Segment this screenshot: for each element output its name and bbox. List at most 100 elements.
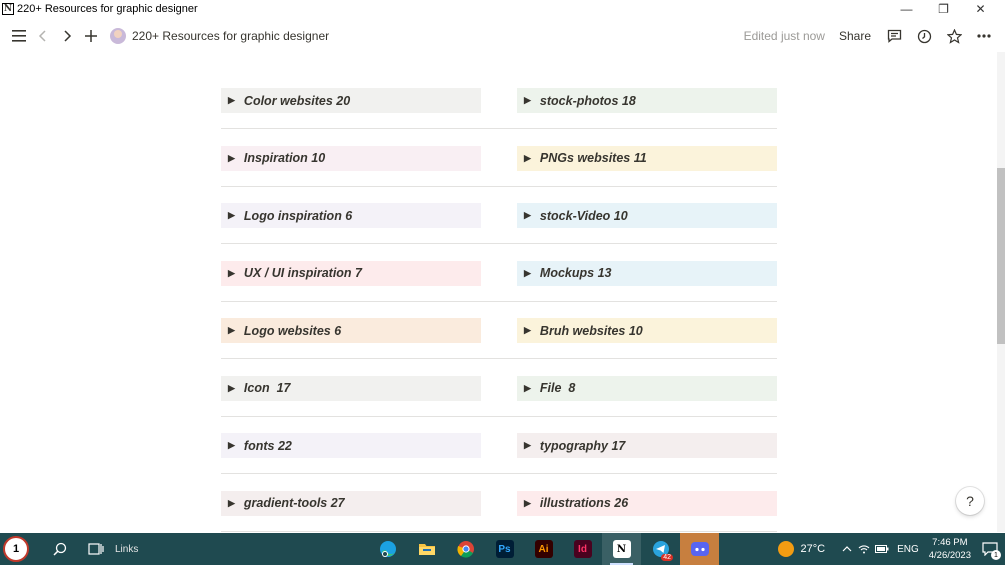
- toggle-block[interactable]: ▶ gradient-tools 27: [221, 490, 481, 516]
- toggle-caret-icon[interactable]: ▶: [524, 498, 531, 509]
- edited-status: Edited just now: [743, 29, 825, 43]
- toggle-caret-icon[interactable]: ▶: [524, 153, 531, 164]
- wifi-icon[interactable]: [855, 538, 873, 560]
- forward-arrow-icon[interactable]: [56, 25, 78, 47]
- toggle-caret-icon[interactable]: ▶: [228, 153, 235, 164]
- toggle-block[interactable]: ▶ Logo inspiration 6: [221, 203, 481, 228]
- notion-topbar: 220+ Resources for graphic designer Edit…: [0, 22, 1005, 50]
- toggle-block[interactable]: ▶ Color websites 20: [221, 88, 481, 113]
- clock-time: 7:46 PM: [932, 537, 968, 548]
- discord-icon[interactable]: [680, 533, 719, 565]
- toggle-label: stock-Video 10: [539, 208, 628, 223]
- photoshop-icon[interactable]: Ps: [485, 533, 524, 565]
- comments-icon[interactable]: [883, 25, 905, 47]
- toggle-label: File 8: [539, 381, 576, 395]
- toggle-label: Bruh websites 10: [539, 323, 643, 338]
- more-options-icon[interactable]: [973, 25, 995, 47]
- toggle-caret-icon[interactable]: ▶: [524, 210, 531, 221]
- toggle-grid: ▶ Color websites 20 ▶ stock-photos 18 ▶ Ins…: [221, 88, 777, 548]
- chrome-icon[interactable]: [446, 533, 485, 565]
- toggle-block[interactable]: ▶ Logo websites 6: [221, 318, 481, 343]
- toggle-block[interactable]: ▶ Icon 17: [221, 375, 481, 401]
- close-button[interactable]: ✕: [962, 0, 999, 18]
- toggle-caret-icon[interactable]: ▶: [228, 268, 235, 279]
- window-title: 220+ Resources for graphic designer: [17, 3, 198, 15]
- toggle-caret-icon[interactable]: ▶: [524, 268, 531, 279]
- help-button[interactable]: ?: [956, 487, 984, 515]
- history-clock-icon[interactable]: [913, 25, 935, 47]
- toggle-label: Inspiration 10: [243, 151, 326, 165]
- toggle-row: ▶ Icon 17 ▶ File 8: [221, 375, 777, 434]
- toggle-block[interactable]: ▶ illustrations 26: [517, 490, 777, 516]
- toggle-block[interactable]: ▶ typography 17: [517, 433, 777, 458]
- toggle-caret-icon[interactable]: ▶: [228, 383, 235, 394]
- toggle-caret-icon[interactable]: ▶: [228, 440, 235, 451]
- favorite-star-icon[interactable]: [943, 25, 965, 47]
- indesign-icon[interactable]: Id: [563, 533, 602, 565]
- toggle-block[interactable]: ▶ PNGs websites 11: [517, 145, 777, 171]
- toggle-block[interactable]: ▶ File 8: [517, 375, 777, 401]
- toggle-label: Logo inspiration 6: [243, 208, 353, 223]
- divider: [221, 185, 777, 187]
- scrollbar-thumb[interactable]: [997, 168, 1005, 344]
- start-button[interactable]: 1: [3, 536, 29, 562]
- telegram-badge: 42: [661, 554, 673, 561]
- toggle-label: fonts 22: [243, 438, 292, 453]
- telegram-icon[interactable]: 42: [641, 533, 680, 565]
- divider: [221, 243, 777, 244]
- toggle-label: Logo websites 6: [243, 323, 342, 338]
- toggle-label: typography 17: [539, 438, 626, 453]
- toggle-block[interactable]: ▶ Bruh websites 10: [517, 318, 777, 343]
- notification-count: 1: [991, 550, 1001, 560]
- weather-temperature[interactable]: 27°C: [800, 543, 825, 555]
- toggle-caret-icon[interactable]: ▶: [228, 325, 235, 336]
- links-toolbar[interactable]: Links: [115, 544, 138, 555]
- restore-button[interactable]: ❐: [925, 0, 962, 18]
- toggle-label: gradient-tools 27: [243, 496, 345, 510]
- language-indicator[interactable]: ENG: [897, 544, 919, 555]
- add-page-icon[interactable]: [80, 25, 102, 47]
- share-button[interactable]: Share: [839, 29, 871, 43]
- menu-icon[interactable]: [8, 25, 30, 47]
- toggle-row: ▶ Logo websites 6 ▶ Bruh websites 10: [221, 318, 777, 376]
- notification-center-icon[interactable]: 1: [981, 540, 1001, 560]
- divider: [221, 473, 777, 474]
- toggle-label: stock-photos 18: [539, 93, 636, 108]
- toggle-label: UX / UI inspiration 7: [243, 266, 362, 280]
- toggle-caret-icon[interactable]: ▶: [524, 325, 531, 336]
- divider: [221, 530, 777, 532]
- weather-sun-icon[interactable]: [778, 541, 795, 557]
- toggle-row: ▶ fonts 22 ▶ typography 17: [221, 433, 777, 491]
- battery-icon[interactable]: [873, 538, 891, 560]
- task-view-icon[interactable]: [87, 540, 105, 558]
- toggle-row: ▶ Color websites 20 ▶ stock-photos 18: [221, 88, 777, 146]
- toggle-block[interactable]: ▶ Mockups 13: [517, 260, 777, 286]
- toggle-block[interactable]: ▶ stock-photos 18: [517, 88, 777, 113]
- toggle-caret-icon[interactable]: ▶: [524, 95, 531, 106]
- back-arrow-icon[interactable]: [32, 25, 54, 47]
- toggle-block[interactable]: ▶ stock-Video 10: [517, 203, 777, 228]
- toggle-row: ▶ Inspiration 10 ▶ PNGs websites 11: [221, 145, 777, 204]
- system-tray: 27°C ENG 7:46 PM 4/26/2023 1: [778, 533, 1005, 565]
- toggle-caret-icon[interactable]: ▶: [228, 498, 235, 509]
- divider: [221, 415, 777, 417]
- illustrator-icon[interactable]: Ai: [524, 533, 563, 565]
- notion-taskbar-icon[interactable]: N: [602, 533, 641, 565]
- toggle-label: Mockups 13: [539, 266, 612, 280]
- clock[interactable]: 7:46 PM 4/26/2023: [929, 536, 971, 562]
- file-explorer-icon[interactable]: [407, 533, 446, 565]
- toggle-caret-icon[interactable]: ▶: [524, 440, 531, 451]
- edge-icon[interactable]: [368, 533, 407, 565]
- search-icon[interactable]: [51, 540, 69, 558]
- breadcrumb[interactable]: 220+ Resources for graphic designer: [132, 29, 329, 43]
- toggle-block[interactable]: ▶ Inspiration 10: [221, 145, 481, 171]
- toggle-caret-icon[interactable]: ▶: [524, 383, 531, 394]
- minimize-button[interactable]: —: [888, 0, 925, 18]
- toggle-caret-icon[interactable]: ▶: [228, 95, 235, 106]
- window-controls: — ❐ ✕: [888, 0, 999, 18]
- tray-chevron-up-icon[interactable]: [839, 538, 855, 560]
- toggle-caret-icon[interactable]: ▶: [228, 210, 235, 221]
- window-titlebar: N 220+ Resources for graphic designer — …: [0, 0, 1005, 18]
- toggle-block[interactable]: ▶ UX / UI inspiration 7: [221, 260, 481, 286]
- toggle-block[interactable]: ▶ fonts 22: [221, 433, 481, 458]
